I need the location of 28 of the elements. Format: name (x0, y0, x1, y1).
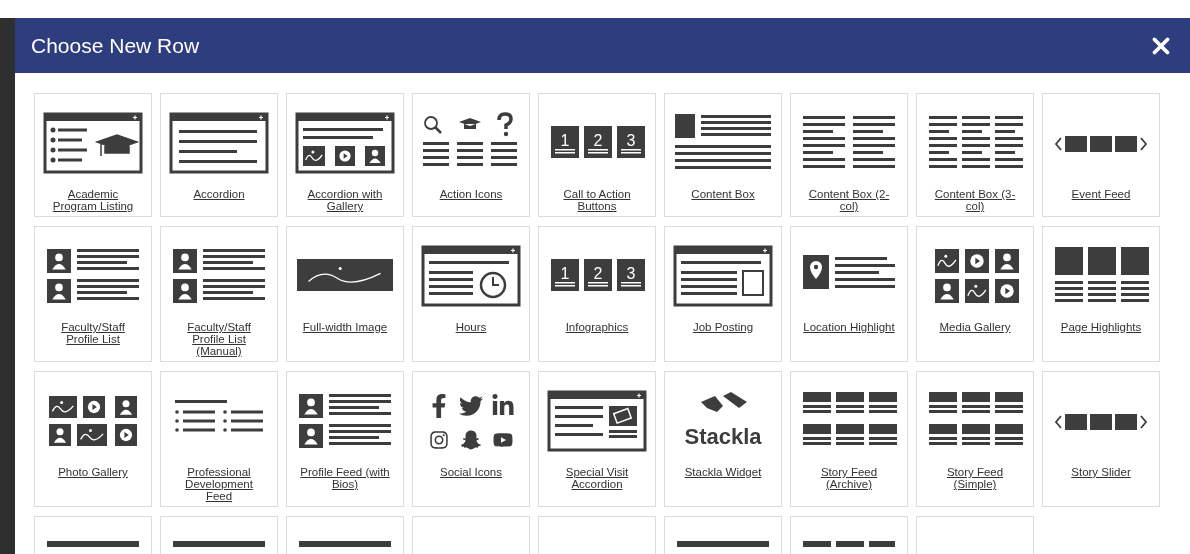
row-type-tile[interactable]: Content Box (2-col) (790, 93, 908, 217)
row-type-tile[interactable]: Photo Gallery (34, 371, 152, 507)
row-type-tile[interactable]: Content Box (664, 93, 782, 217)
row-type-tile[interactable]: 1 2 3 Call to Action Buttons (538, 93, 656, 217)
row-type-tile[interactable]: Location Highlight (790, 226, 908, 362)
row-type-tile[interactable]: 1 2 3 Infographics (538, 226, 656, 362)
row-type-tile[interactable]: Story Slider (1042, 371, 1160, 507)
row-type-tile[interactable]: Accordion with Gallery (286, 93, 404, 217)
row-type-tile[interactable]: Special Visit Accordion (538, 371, 656, 507)
row-type-tile[interactable]: Page Highlights (1042, 226, 1160, 362)
row-type-tile[interactable]: Action Icons (412, 93, 530, 217)
row-type-tile[interactable]: Hours (412, 226, 530, 362)
row-type-tile[interactable]: Stackla Stackla Widget (664, 371, 782, 507)
row-type-tile[interactable]: Media Gallery (916, 226, 1034, 362)
row-type-tile[interactable]: Social Icons (412, 371, 530, 507)
row-type-tile[interactable]: Event Feed (1042, 93, 1160, 217)
row-type-tile[interactable]: Faculty/Staff Profile List (Manual) (160, 226, 278, 362)
row-type-tile[interactable]: Profile Feed (with Bios) (286, 371, 404, 507)
row-type-tile[interactable]: Professional Development Feed (160, 371, 278, 507)
row-type-tile[interactable]: Story Feed (Simple) (916, 371, 1034, 507)
row-type-tile[interactable]: Story Feed (Archive) (790, 371, 908, 507)
row-type-tile[interactable]: Content Box (3-col) (916, 93, 1034, 217)
row-type-tile[interactable]: Faculty/Staff Profile List (34, 226, 152, 362)
row-type-tile[interactable]: Full-width Image (286, 226, 404, 362)
row-type-tile[interactable]: Job Posting (664, 226, 782, 362)
row-type-tile[interactable]: Academic Program Listing (34, 93, 152, 217)
row-type-tile[interactable]: Accordion (160, 93, 278, 217)
dialog-title: Choose New Row (31, 32, 200, 59)
